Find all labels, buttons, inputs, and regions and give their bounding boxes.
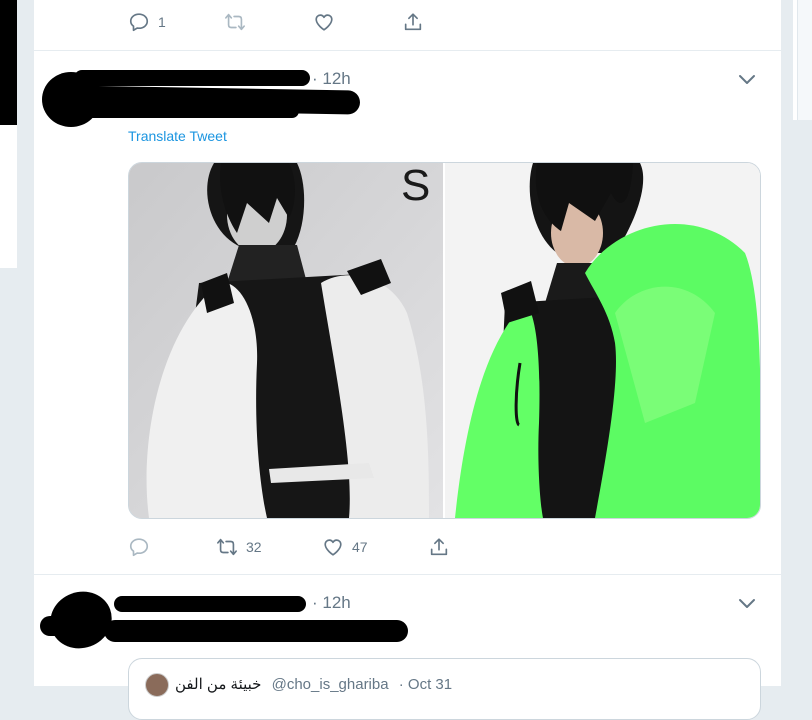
tweet-actions: 1 — [128, 11, 528, 33]
retweet-button[interactable]: 32 — [216, 536, 262, 558]
redacted-author — [40, 616, 100, 636]
redacted-author — [104, 620, 408, 642]
share-icon — [404, 13, 422, 31]
share-icon — [430, 538, 448, 556]
quoted-author-handle: @cho_is_ghariba — [271, 676, 389, 693]
tweet-photo-left[interactable]: S — [129, 163, 443, 518]
quoted-tweet-header: خبيئة من الفن @cho_is_ghariba · Oct 31 — [175, 675, 452, 693]
tweet-time[interactable]: · 12h — [312, 69, 351, 89]
timeline: 1 · 12h Translate Tweet S 32 47 · 12h خب… — [33, 0, 782, 720]
reply-icon — [129, 13, 149, 32]
tweet-time[interactable]: · 12h — [312, 593, 351, 613]
left-sidebar-panel — [0, 0, 17, 268]
share-button[interactable] — [402, 11, 424, 33]
heart-icon — [324, 539, 342, 556]
reply-button[interactable] — [128, 536, 158, 558]
like-count: 47 — [352, 539, 368, 555]
reply-icon — [129, 538, 149, 557]
tweet-photo-right[interactable] — [445, 163, 760, 518]
tweet-actions: 32 47 — [128, 536, 528, 558]
quoted-tweet[interactable]: خبيئة من الفن @cho_is_ghariba · Oct 31 — [128, 658, 761, 720]
more-button[interactable] — [737, 593, 757, 613]
retweet-icon — [217, 538, 237, 556]
chevron-down-icon — [739, 75, 755, 84]
quoted-author-name: خبيئة من الفن — [175, 676, 262, 693]
image-overlay-text: S — [401, 163, 431, 210]
right-sidebar-panel — [793, 0, 812, 120]
like-button[interactable]: 47 — [322, 536, 368, 558]
chevron-down-icon — [739, 599, 755, 608]
more-button[interactable] — [737, 69, 757, 89]
like-button[interactable] — [313, 11, 335, 33]
redacted-author — [114, 596, 306, 612]
retweet-icon — [225, 13, 245, 31]
reply-button[interactable]: 1 — [128, 11, 166, 33]
redacted-author — [74, 70, 310, 86]
retweet-count: 32 — [246, 539, 262, 555]
tweet-divider — [34, 574, 781, 575]
heart-icon — [315, 14, 333, 31]
left-panel-dark-block — [0, 0, 17, 125]
avatar — [145, 673, 169, 697]
photo-left-image — [129, 163, 443, 518]
tweet-media[interactable]: S — [128, 162, 761, 519]
retweet-button[interactable] — [224, 11, 246, 33]
tweet-divider — [34, 50, 781, 51]
quoted-tweet-time: · Oct 31 — [398, 676, 453, 693]
translate-tweet-link[interactable]: Translate Tweet — [128, 128, 227, 144]
reply-count: 1 — [158, 14, 166, 30]
redacted-author — [69, 104, 299, 118]
photo-right-image — [445, 163, 760, 518]
share-button[interactable] — [428, 536, 450, 558]
